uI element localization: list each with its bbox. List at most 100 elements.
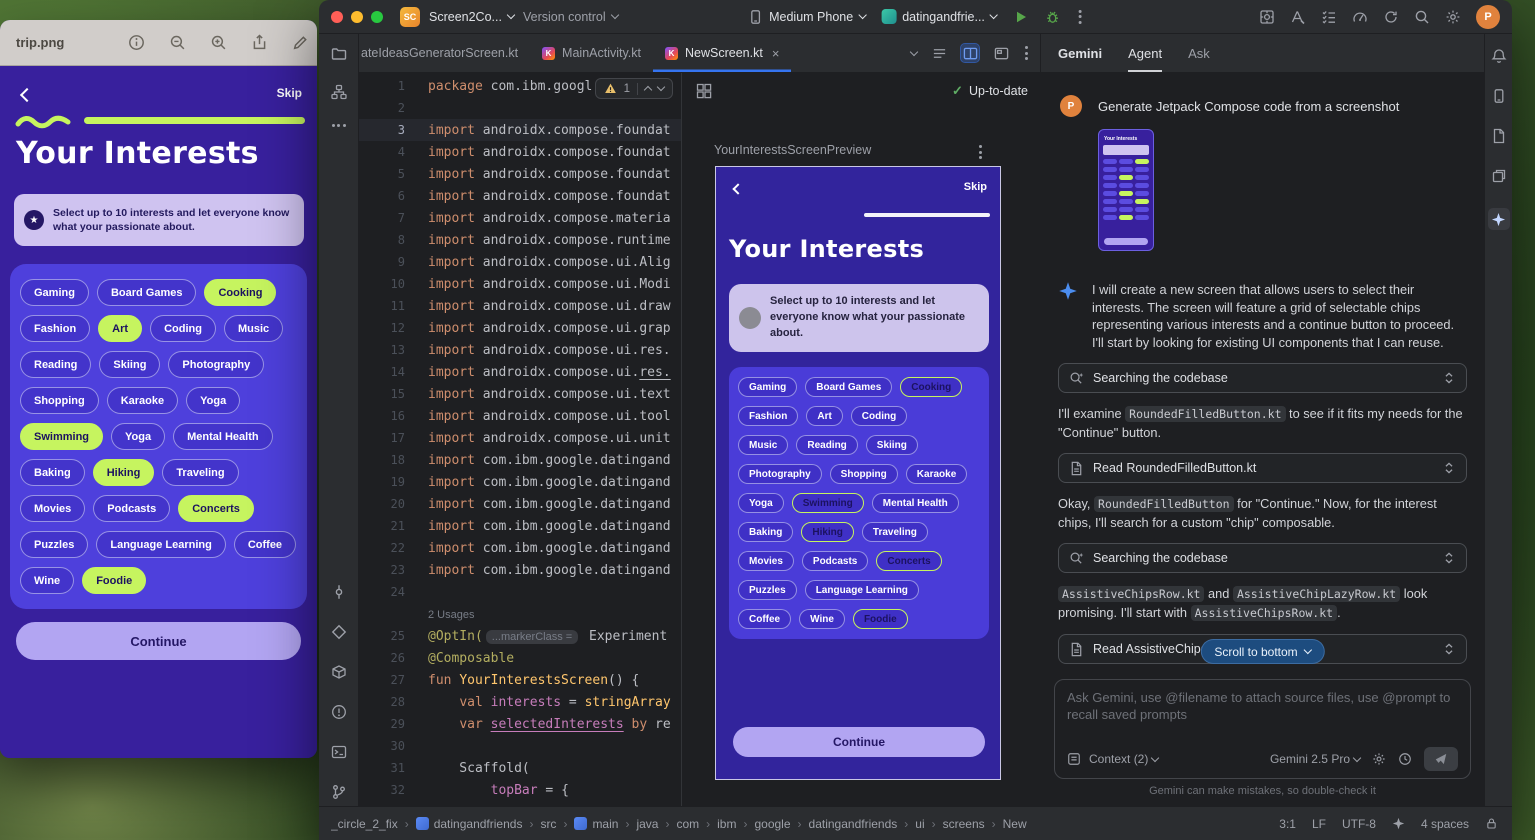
tool-call-row[interactable]: Searching the codebase — [1058, 363, 1467, 393]
progress-bar — [864, 213, 990, 217]
task-list-icon[interactable] — [1321, 9, 1337, 25]
breadcrumb-item[interactable]: ui — [915, 817, 924, 831]
context-selector[interactable]: Context (2) — [1089, 752, 1158, 766]
tab-list-chevron-icon[interactable] — [910, 47, 918, 55]
tool-call-row[interactable]: Read RoundedFilledButton.kt — [1058, 453, 1467, 483]
edit-icon[interactable] — [292, 34, 309, 51]
zoom-out-icon[interactable] — [169, 34, 186, 51]
scroll-to-bottom-button[interactable]: Scroll to bottom — [1200, 639, 1324, 664]
zoom-window-button[interactable] — [371, 11, 383, 23]
breadcrumb-item[interactable]: main — [574, 817, 618, 831]
line-number: 9 — [359, 255, 405, 269]
preview-composable-name[interactable]: YourInterestsScreenPreview — [714, 143, 871, 157]
split-view-icon[interactable] — [961, 44, 979, 62]
editor-tab[interactable]: KMainActivity.kt — [530, 34, 653, 72]
logcat-icon[interactable] — [1491, 128, 1507, 144]
terminal-tool-icon[interactable] — [331, 744, 347, 760]
more-tool-windows-icon[interactable] — [330, 122, 348, 129]
breadcrumb-item[interactable]: google — [754, 817, 790, 831]
breadcrumb-item[interactable]: datingandfriends — [416, 817, 523, 831]
history-icon[interactable] — [1398, 752, 1412, 766]
design-view-icon[interactable] — [992, 44, 1010, 62]
profiler-icon[interactable] — [1352, 9, 1368, 25]
code-editor[interactable]: 1package com.ibm.googl23import androidx.… — [359, 73, 681, 806]
expand-collapse-icon[interactable] — [1442, 371, 1456, 385]
breadcrumb-item[interactable]: ibm — [717, 817, 736, 831]
notifications-icon[interactable] — [1491, 48, 1507, 64]
sync-project-icon[interactable] — [1383, 9, 1399, 25]
tool-call-row[interactable]: Searching the codebase — [1058, 543, 1467, 573]
gemini-prompt-input[interactable] — [1067, 689, 1458, 742]
minimize-window-button[interactable] — [351, 11, 363, 23]
interest-chip: Skiing — [99, 351, 160, 378]
expand-collapse-icon[interactable] — [1442, 551, 1456, 565]
code-view-icon[interactable] — [930, 44, 948, 62]
gemini-tool-icon-active[interactable] — [1488, 208, 1510, 230]
gemini-settings-icon[interactable] — [1372, 752, 1386, 766]
model-selector[interactable]: Gemini 2.5 Pro — [1270, 752, 1360, 766]
lock-icon[interactable] — [1485, 817, 1498, 830]
user-profile-avatar[interactable]: P — [1476, 5, 1500, 29]
close-tab-icon[interactable]: × — [772, 47, 780, 60]
breadcrumb-separator: › — [743, 817, 747, 831]
caret-position[interactable]: 3:1 — [1279, 817, 1296, 831]
indent-setting[interactable]: 4 spaces — [1421, 817, 1469, 831]
code-line: 24 — [359, 581, 681, 603]
breadcrumb-item[interactable]: src — [540, 817, 556, 831]
code-line: 30 — [359, 735, 681, 757]
resource-manager-icon[interactable] — [331, 84, 347, 100]
chip-row: FashionArtCodingMusic — [20, 315, 297, 342]
run-button[interactable] — [1013, 9, 1029, 25]
send-button[interactable] — [1424, 747, 1458, 771]
previous-problem-icon[interactable] — [644, 86, 652, 94]
breadcrumb-item[interactable]: java — [636, 817, 658, 831]
running-devices-icon[interactable] — [1491, 168, 1507, 184]
editor-options-icon[interactable] — [1023, 44, 1030, 62]
problems-tool-icon[interactable] — [331, 704, 347, 720]
vcs-selector[interactable]: Version control — [523, 10, 618, 24]
breadcrumb-item[interactable]: com — [676, 817, 699, 831]
settings-icon[interactable] — [1445, 9, 1461, 25]
structure-tool-icon[interactable] — [331, 624, 347, 640]
ui-check-icon[interactable] — [1290, 9, 1306, 25]
share-icon[interactable] — [251, 34, 268, 51]
info-icon[interactable] — [128, 34, 145, 51]
version-control-tool-icon[interactable] — [331, 784, 347, 800]
tab-agent[interactable]: Agent — [1128, 34, 1162, 72]
line-separator[interactable]: LF — [1312, 817, 1326, 831]
expand-collapse-icon[interactable] — [1442, 461, 1456, 475]
editor-tab[interactable]: ateIdeasGeneratorScreen.kt — [359, 34, 530, 72]
code-lines: 1package com.ibm.googl23import androidx.… — [359, 73, 681, 806]
build-tool-icon[interactable] — [331, 664, 347, 680]
editor-tab[interactable]: KNewScreen.kt× — [653, 34, 791, 72]
device-selector[interactable]: Medium Phone — [747, 9, 865, 25]
project-selector[interactable]: Screen2Co... — [429, 10, 514, 24]
project-tool-icon[interactable] — [331, 46, 347, 62]
device-manager-icon[interactable] — [1491, 88, 1507, 104]
preview-options-icon[interactable] — [977, 143, 984, 161]
commit-tool-icon[interactable] — [331, 584, 347, 600]
breadcrumb-item[interactable]: screens — [943, 817, 985, 831]
gemini-panel-title[interactable]: Gemini — [1058, 46, 1102, 61]
tab-ask[interactable]: Ask — [1188, 34, 1210, 72]
editor-area: ateIdeasGeneratorScreen.ktKMainActivity.… — [359, 34, 1040, 806]
breadcrumb-item[interactable]: datingandfriends — [809, 817, 898, 831]
layout-inspector-icon[interactable] — [1259, 9, 1275, 25]
breadcrumb-item[interactable]: _circle_2_fix — [331, 817, 398, 831]
expand-collapse-icon[interactable] — [1442, 642, 1456, 656]
usages-hint[interactable]: 2 Usages — [428, 609, 474, 621]
breadcrumb-item[interactable]: New — [1003, 817, 1027, 831]
preview-layout-icon[interactable] — [696, 83, 712, 99]
chip-row: SwimmingYogaMental Health — [20, 423, 297, 450]
inspections-widget[interactable]: 1 — [595, 78, 673, 99]
next-problem-icon[interactable] — [657, 83, 665, 91]
search-everywhere-icon[interactable] — [1414, 9, 1430, 25]
run-configuration-selector[interactable]: datingandfrie... — [881, 9, 997, 24]
close-window-button[interactable] — [331, 11, 343, 23]
ai-status-icon[interactable] — [1392, 817, 1405, 830]
preview-status-label: Up-to-date — [969, 84, 1028, 98]
zoom-in-icon[interactable] — [210, 34, 227, 51]
debug-button[interactable] — [1045, 9, 1061, 25]
more-run-options-icon[interactable] — [1077, 8, 1084, 26]
file-encoding[interactable]: UTF-8 — [1342, 817, 1376, 831]
